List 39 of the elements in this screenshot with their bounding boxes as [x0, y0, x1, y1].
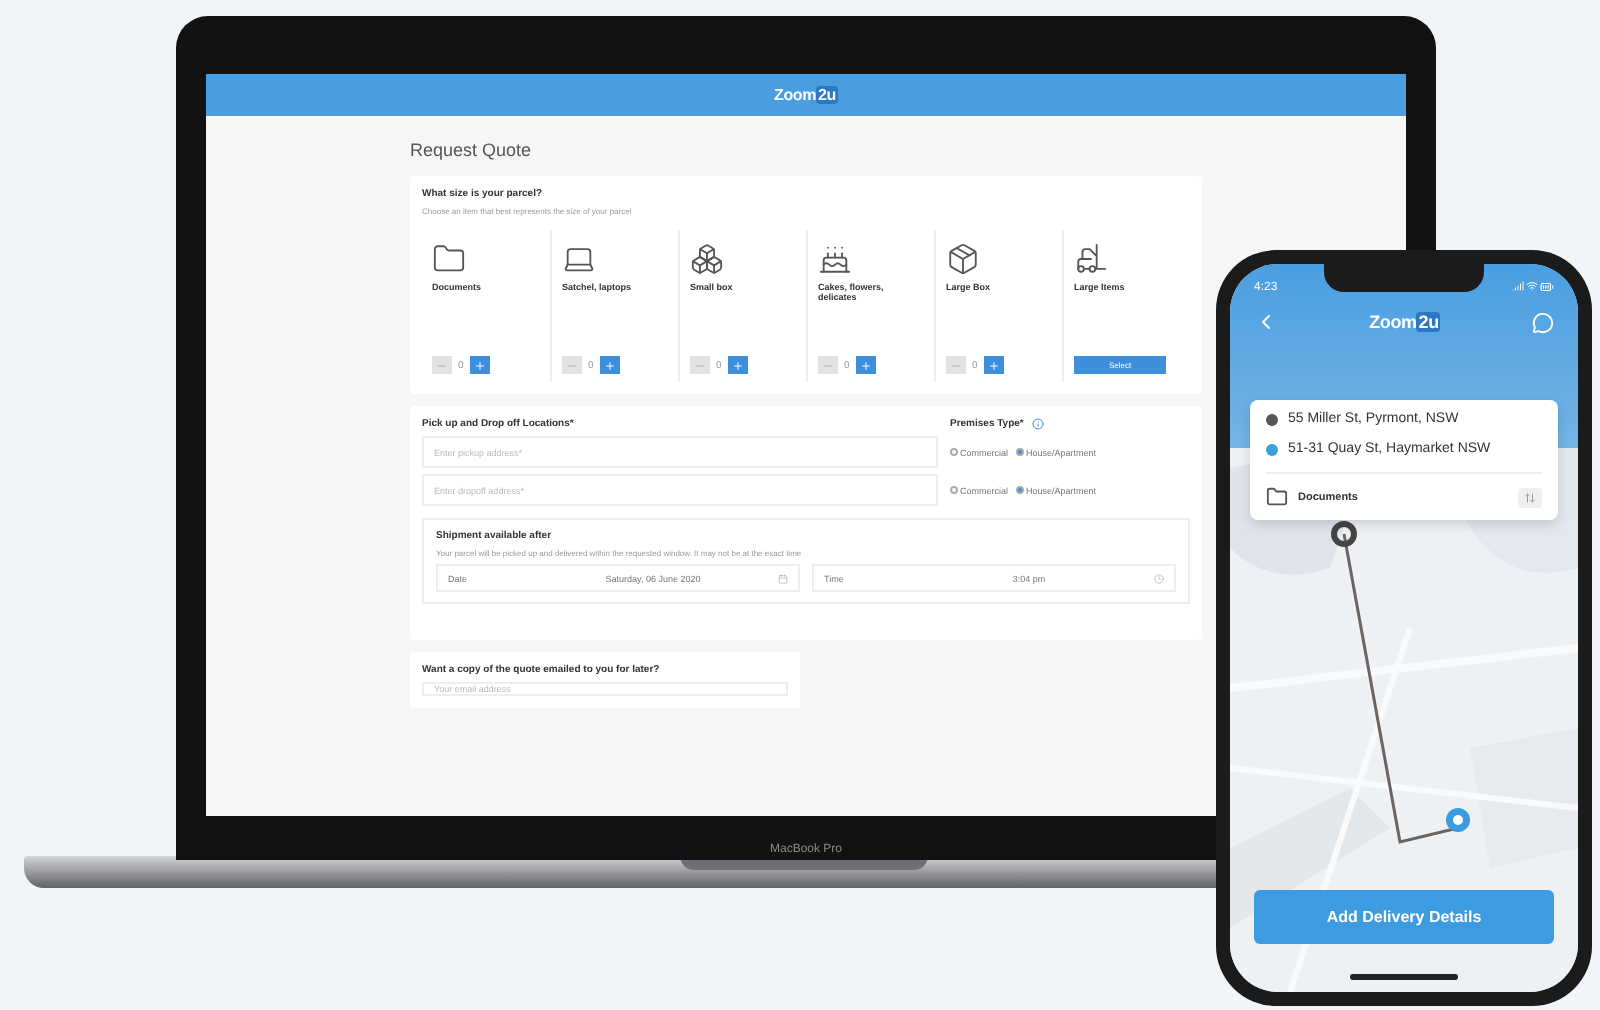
plus-icon	[473, 359, 486, 371]
plus-button[interactable]	[469, 356, 490, 374]
plus-icon	[987, 359, 1000, 371]
plus-icon	[859, 359, 872, 371]
boxes-icon	[690, 242, 724, 276]
radio-button[interactable]	[1016, 486, 1025, 494]
laptop-icon	[562, 242, 596, 276]
chat-icon[interactable]	[1532, 311, 1554, 333]
plus-button[interactable]	[727, 356, 748, 374]
folder-icon	[432, 242, 466, 276]
wifi-icon	[1526, 280, 1538, 292]
radio-button[interactable]	[950, 486, 958, 494]
battery-icon	[1540, 280, 1554, 294]
plus-icon	[731, 359, 744, 371]
signal-icon	[1512, 280, 1524, 292]
swap-button[interactable]	[1518, 487, 1542, 507]
minus-icon	[566, 359, 578, 371]
swap-icon	[1524, 491, 1536, 503]
page-title: Request Quote	[410, 140, 534, 160]
forklift-icon	[1074, 242, 1108, 276]
folder-icon	[1266, 486, 1288, 508]
minus-icon	[694, 359, 706, 371]
plus-button[interactable]	[855, 356, 876, 374]
calendar-icon	[778, 573, 788, 583]
minus-icon	[950, 359, 962, 371]
plus-button[interactable]	[983, 356, 1004, 374]
add-delivery-button[interactable]: Add Delivery Details	[1254, 890, 1554, 944]
logo: Zoom2u	[1369, 312, 1441, 332]
info-icon	[1031, 418, 1044, 430]
minus-icon	[436, 359, 448, 371]
minus-icon	[822, 359, 834, 371]
clock-icon	[1154, 573, 1164, 583]
plus-button[interactable]	[599, 356, 620, 374]
radio-button[interactable]	[1016, 448, 1025, 456]
home-indicator	[1350, 974, 1458, 980]
box-icon	[946, 242, 980, 276]
plus-icon	[603, 359, 616, 371]
radio-button[interactable]	[950, 448, 958, 456]
logo: Zoom2u	[774, 86, 838, 104]
